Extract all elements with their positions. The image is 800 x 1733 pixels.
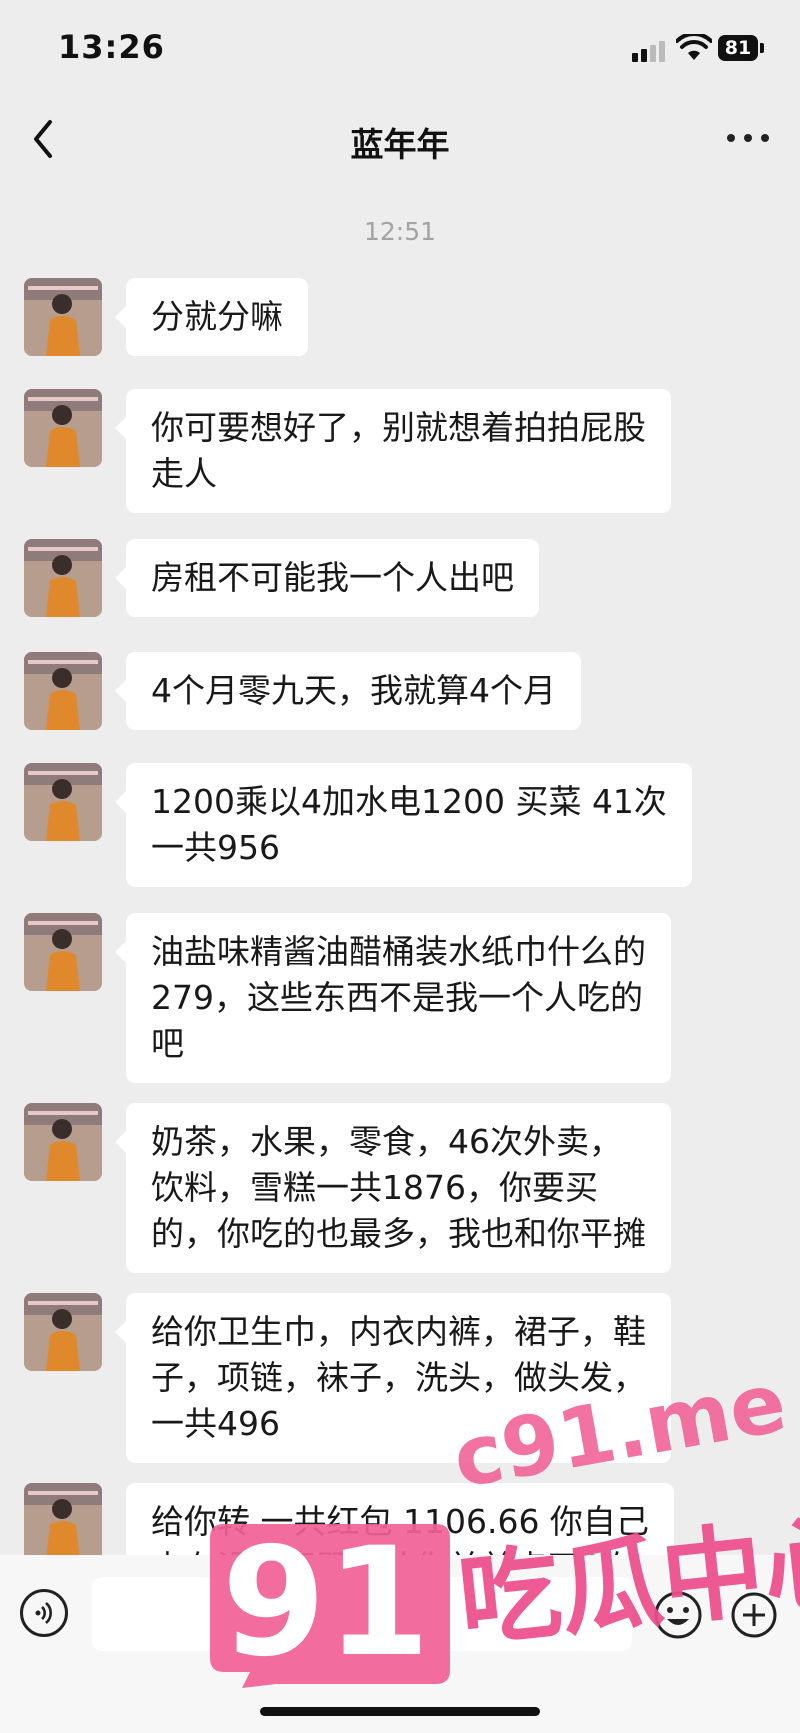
chat-header: 蓝年年	[0, 100, 800, 180]
battery-icon: 81	[718, 35, 758, 61]
message-text-line: 房租不可能我一个人出吧	[151, 558, 514, 597]
message-text-line: 你可要想好了，别就想着拍拍屁股	[151, 408, 646, 447]
contact-avatar[interactable]	[24, 539, 102, 617]
contact-avatar[interactable]	[24, 1103, 102, 1181]
message-text-line: 饮料，雪糕一共1876，你要买	[151, 1168, 598, 1207]
message-text-line: 279，这些东西不是我一个人吃的	[151, 978, 643, 1017]
contact-avatar[interactable]	[24, 913, 102, 991]
message-text-line: 吧	[151, 1024, 184, 1063]
status-time: 13:26	[58, 28, 165, 66]
message-bubble[interactable]: 你可要想好了，别就想着拍拍屁股 走人	[115, 389, 671, 513]
contact-avatar[interactable]	[24, 652, 102, 730]
battery-cap	[760, 43, 764, 53]
contact-avatar[interactable]	[24, 389, 102, 467]
contact-avatar[interactable]	[24, 763, 102, 841]
message-text-line: 给你卫生巾，内衣内裤，裙子，鞋	[151, 1312, 646, 1351]
message-text-line: 的，你吃的也最多，我也和你平摊	[151, 1214, 646, 1253]
voice-input-button[interactable]	[20, 1589, 68, 1637]
message-bubble[interactable]: 房租不可能我一个人出吧	[115, 539, 539, 617]
contact-avatar[interactable]	[24, 1293, 102, 1371]
contact-avatar[interactable]	[24, 278, 102, 356]
message-text-line: 一共956	[151, 828, 280, 867]
message-bubble[interactable]: 奶茶，水果，零食，46次外卖， 饮料，雪糕一共1876，你要买 的，你吃的也最多…	[115, 1103, 671, 1273]
message-bubble[interactable]: 1200乘以4加水电1200 买菜 41次 一共956	[115, 763, 692, 887]
status-bar: 13:26 81	[0, 0, 800, 100]
home-indicator	[260, 1707, 540, 1716]
contact-avatar[interactable]	[24, 1483, 102, 1561]
signal-icon	[632, 40, 666, 62]
message-bubble[interactable]: 4个月零九天，我就算4个月	[115, 652, 581, 730]
watermark-badge-number: 91	[221, 1516, 431, 1690]
message-timestamp: 12:51	[363, 217, 437, 246]
message-text-line: 奶茶，水果，零食，46次外卖，	[151, 1122, 622, 1161]
chat-title: 蓝年年	[350, 125, 450, 164]
wifi-icon	[676, 34, 712, 60]
message-text-line: 分就分嘛	[151, 297, 283, 336]
message-bubble[interactable]: 分就分嘛	[115, 278, 308, 356]
message-text-line: 走人	[151, 454, 217, 493]
message-bubble[interactable]: 油盐味精酱油醋桶装水纸巾什么的 279，这些东西不是我一个人吃的 吧	[115, 913, 671, 1083]
message-text-line: 4个月零九天，我就算4个月	[151, 671, 556, 710]
message-text-line: 油盐味精酱油醋桶装水纸巾什么的	[151, 932, 646, 971]
message-text-line: 1200乘以4加水电1200 买菜 41次	[151, 782, 667, 821]
more-options-icon[interactable]	[725, 130, 771, 150]
voice-icon	[35, 1602, 52, 1624]
